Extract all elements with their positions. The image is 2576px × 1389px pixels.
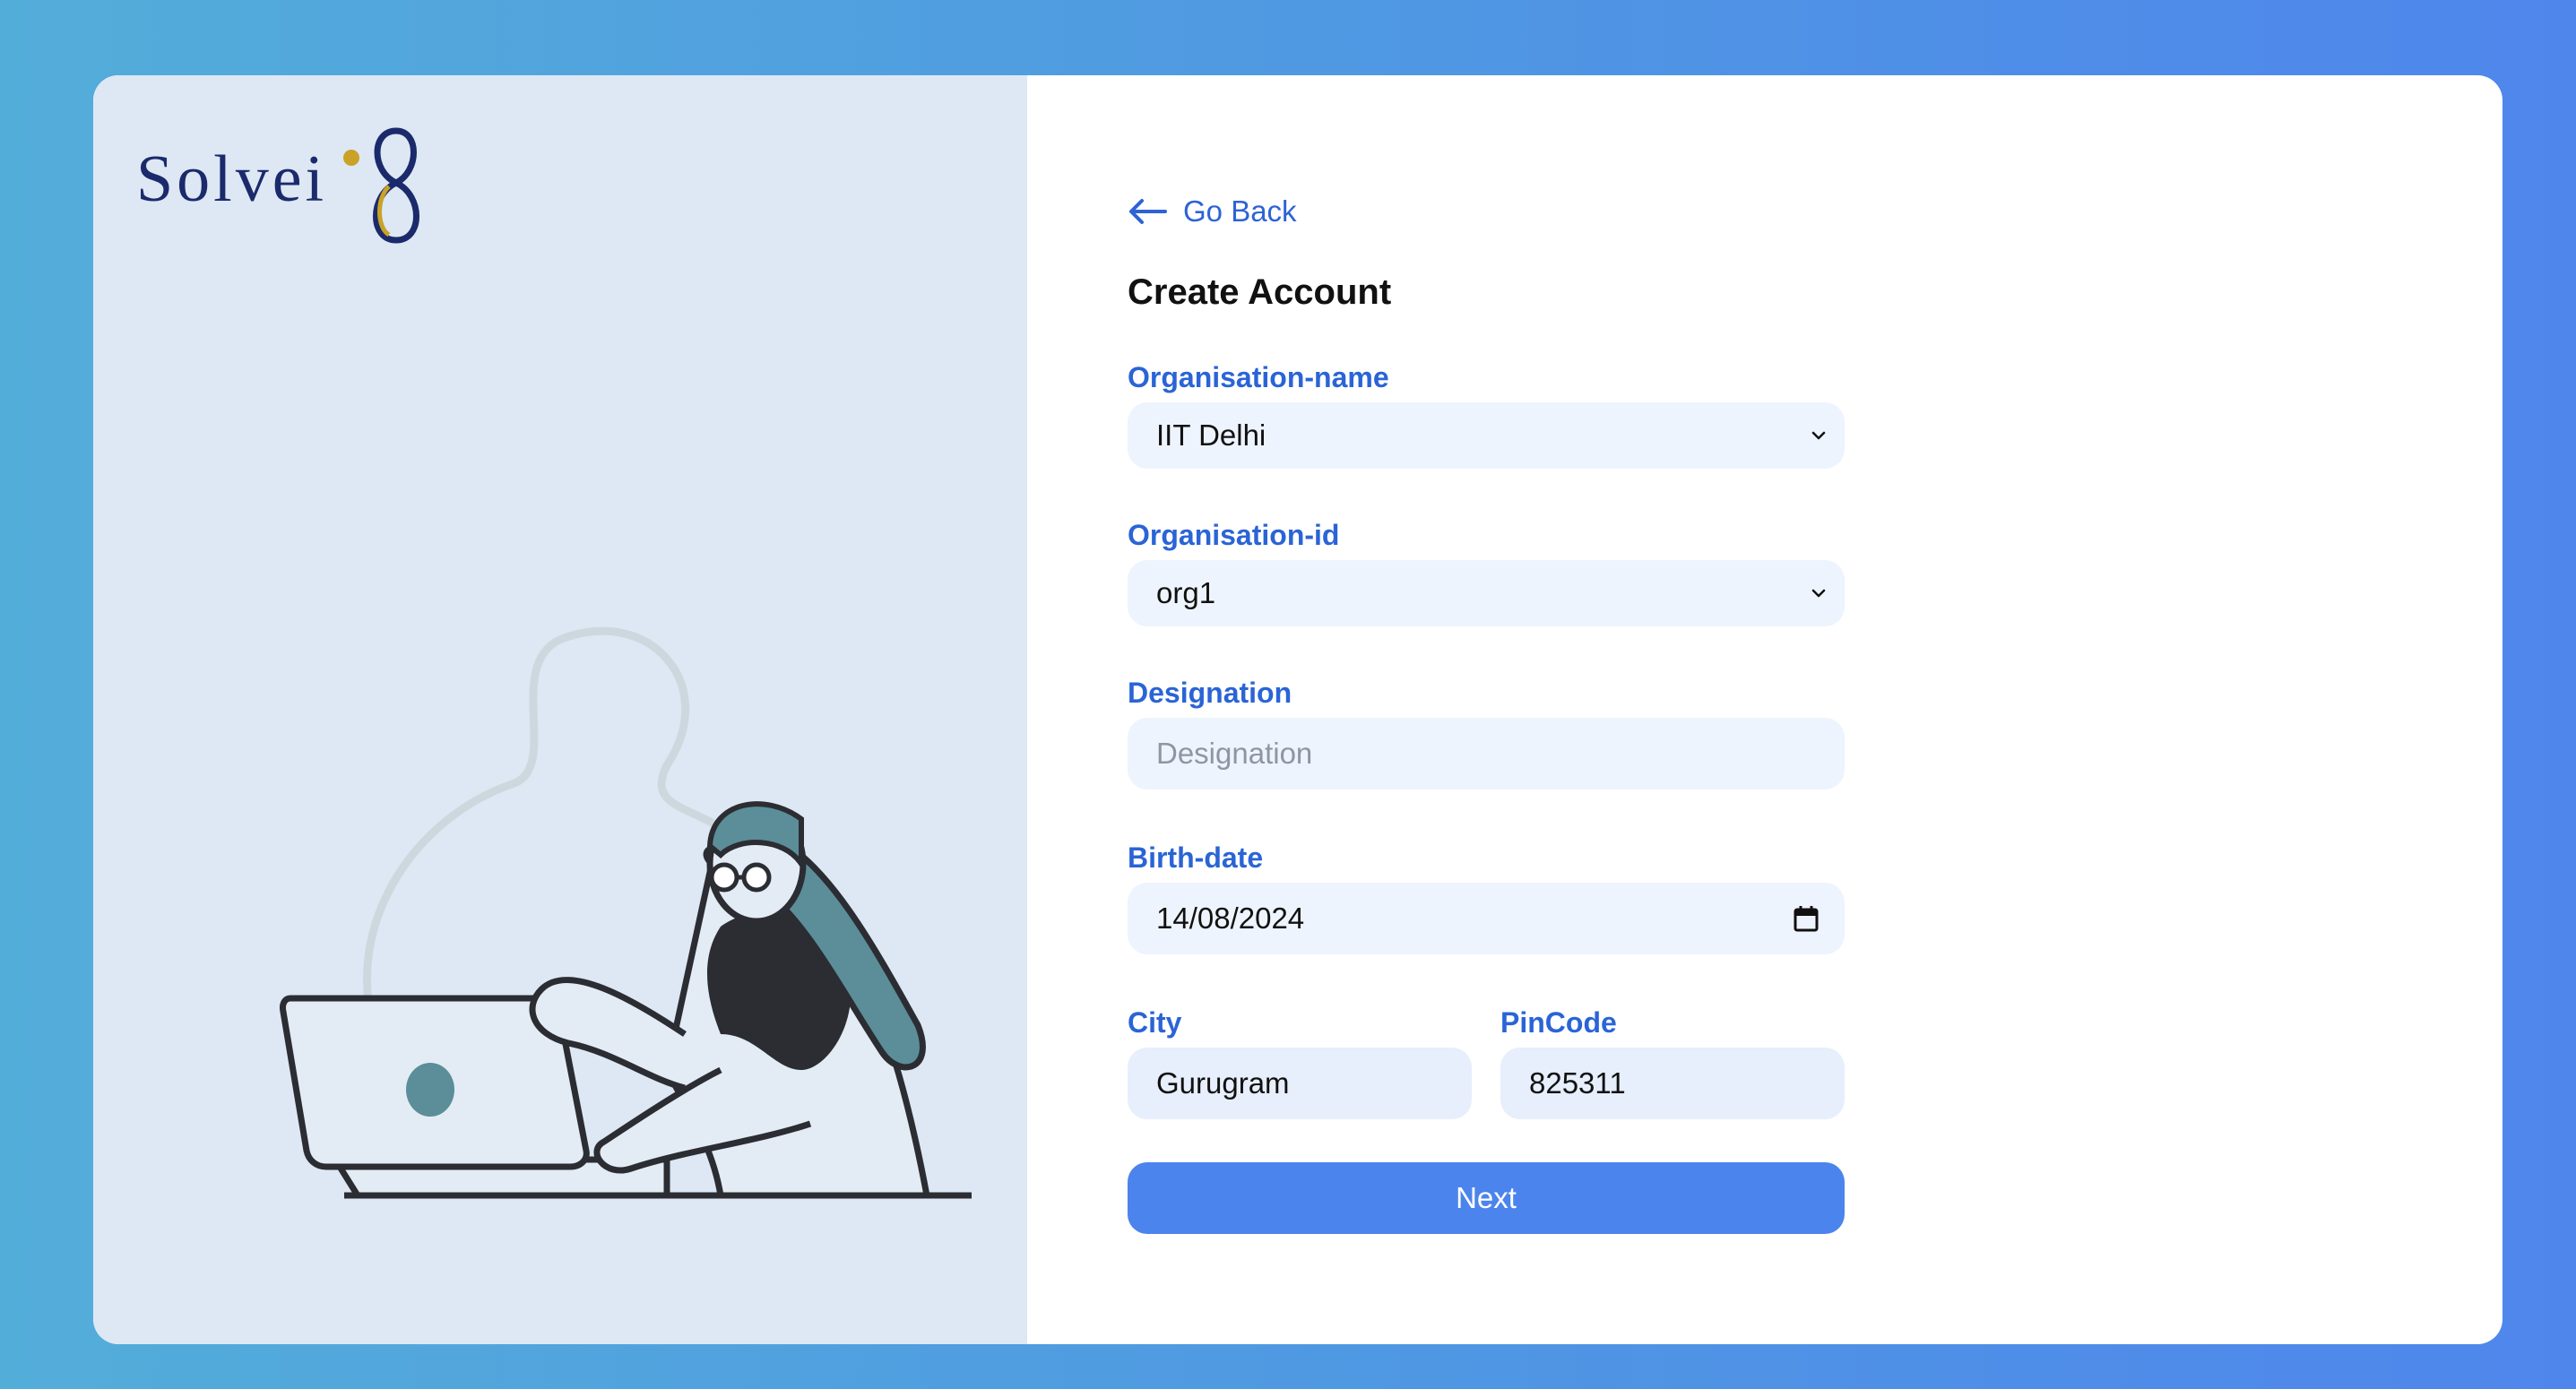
organisation-id-select[interactable]: org1	[1128, 560, 1845, 626]
birth-date-value: 14/08/2024	[1156, 902, 1305, 935]
signup-card: Solvei Go Back Create Account Organisati…	[93, 75, 2503, 1344]
birth-date-field: Birth-date 14/08/2024	[1128, 840, 1845, 954]
chevron-down-icon	[1811, 589, 1826, 598]
next-button[interactable]: Next	[1128, 1162, 1845, 1234]
organisation-id-field: Organisation-id org1	[1128, 517, 1845, 626]
birth-date-label: Birth-date	[1128, 841, 1264, 874]
illustration-panel: Solvei	[93, 75, 1027, 1344]
designation-label: Designation	[1128, 677, 1292, 709]
city-input[interactable]: Gurugram	[1128, 1048, 1472, 1119]
logo-eight-mark	[343, 127, 419, 244]
designation-input[interactable]	[1156, 737, 1816, 771]
city-field: City Gurugram	[1128, 1005, 1472, 1119]
organisation-id-value: org1	[1156, 576, 1216, 609]
city-value: Gurugram	[1156, 1066, 1290, 1100]
page-title: Create Account	[1128, 272, 1392, 312]
calendar-icon[interactable]	[1793, 904, 1820, 933]
form-panel: Go Back Create Account Organisation-name…	[1027, 75, 2503, 1344]
pincode-value: 825311	[1529, 1066, 1626, 1100]
brand-logo: Solvei	[136, 122, 441, 247]
pincode-label: PinCode	[1500, 1006, 1617, 1039]
organisation-name-value: IIT Delhi	[1156, 418, 1266, 452]
go-back-link[interactable]: Go Back	[1128, 185, 1845, 238]
person-at-laptop-illustration	[280, 626, 972, 1199]
designation-input-wrap	[1128, 718, 1845, 789]
organisation-name-field: Organisation-name IIT Delhi	[1128, 359, 1845, 469]
organisation-id-label: Organisation-id	[1128, 519, 1340, 551]
chevron-down-icon	[1811, 431, 1826, 440]
birth-date-input[interactable]: 14/08/2024	[1128, 883, 1845, 954]
organisation-name-select[interactable]: IIT Delhi	[1128, 402, 1845, 469]
logo-text: Solvei	[136, 142, 328, 216]
create-account-form: Go Back Create Account Organisation-name…	[1128, 185, 1845, 1234]
arrow-left-icon	[1129, 199, 1167, 224]
pincode-field: PinCode 825311	[1500, 1005, 1845, 1119]
city-label: City	[1128, 1006, 1182, 1039]
city-pincode-row: City Gurugram PinCode 825311	[1128, 1005, 1845, 1119]
organisation-name-label: Organisation-name	[1128, 361, 1389, 393]
go-back-label: Go Back	[1183, 194, 1297, 228]
designation-field: Designation	[1128, 675, 1845, 789]
pincode-input[interactable]: 825311	[1500, 1048, 1845, 1119]
